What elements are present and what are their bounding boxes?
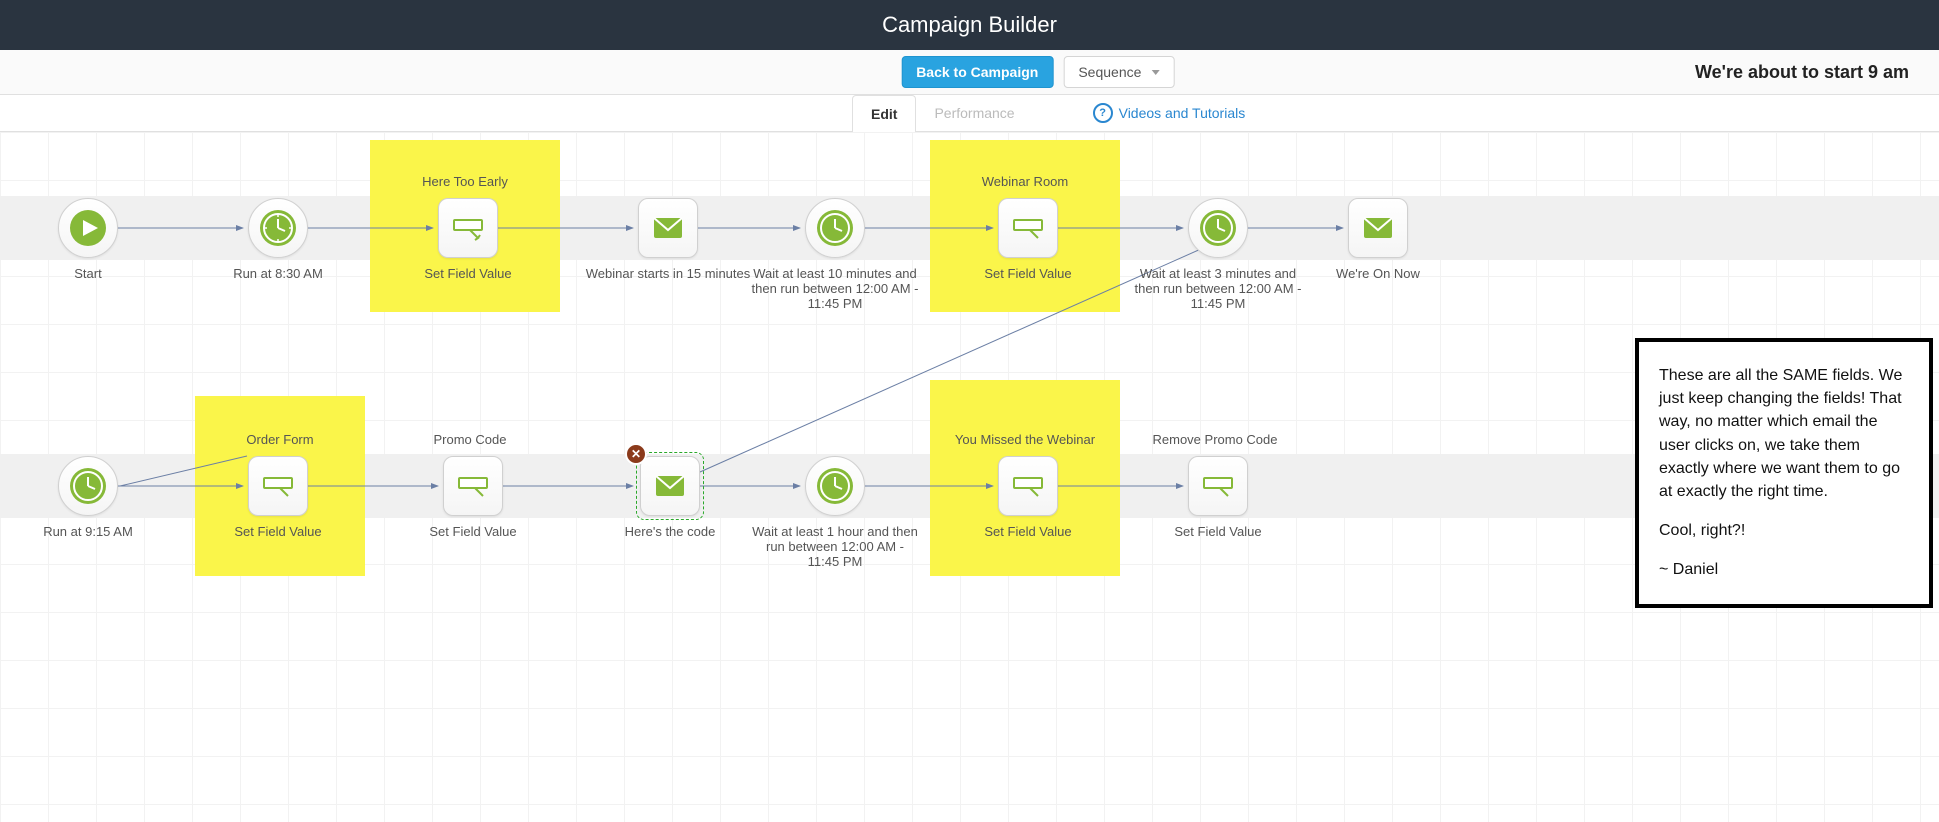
node-label: Start — [0, 266, 183, 281]
field-value-icon — [1008, 466, 1048, 506]
field-value-icon — [1008, 208, 1048, 248]
email-icon — [650, 466, 690, 506]
zone-title: Order Form — [185, 432, 375, 447]
help-link[interactable]: ? Videos and Tutorials — [1093, 103, 1246, 123]
node-label: Set Field Value — [373, 266, 563, 281]
email-node[interactable] — [640, 456, 700, 516]
toolbar: Back to Campaign Sequence We're about to… — [0, 50, 1939, 95]
email-icon — [648, 208, 688, 248]
clock-icon — [68, 466, 108, 506]
start-node[interactable] — [58, 198, 118, 258]
set-field-value-node[interactable] — [1188, 456, 1248, 516]
set-field-value-node[interactable] — [248, 456, 308, 516]
play-icon — [68, 208, 108, 248]
clock-icon — [1198, 208, 1238, 248]
node-label: Wait at least 10 minutes and then run be… — [750, 266, 920, 311]
node-label: Set Field Value — [1123, 524, 1313, 539]
zone-title: You Missed the Webinar — [930, 432, 1120, 447]
zone-title: Here Too Early — [370, 174, 560, 189]
sequence-dropdown[interactable]: Sequence — [1063, 56, 1174, 88]
node-label: Set Field Value — [378, 524, 568, 539]
chevron-down-icon — [1151, 70, 1159, 75]
email-node[interactable] — [638, 198, 698, 258]
node-label: We're On Now — [1283, 266, 1473, 281]
timer-node[interactable] — [248, 198, 308, 258]
annotation-note: These are all the SAME fields. We just k… — [1635, 338, 1933, 608]
field-value-icon — [1198, 466, 1238, 506]
node-label: Set Field Value — [933, 524, 1123, 539]
node-label: Wait at least 1 hour and then run betwee… — [750, 524, 920, 569]
header-title: Campaign Builder — [882, 12, 1057, 38]
tab-performance[interactable]: Performance — [916, 95, 1032, 131]
tab-edit[interactable]: Edit — [852, 95, 916, 133]
timer-node[interactable] — [805, 198, 865, 258]
set-field-value-node[interactable] — [998, 456, 1058, 516]
node-label: Run at 9:15 AM — [0, 524, 183, 539]
node-label: Set Field Value — [933, 266, 1123, 281]
clock-icon — [258, 208, 298, 248]
app-header: Campaign Builder — [0, 0, 1939, 50]
email-icon — [1358, 208, 1398, 248]
node-title: Remove Promo Code — [1120, 432, 1310, 447]
help-icon: ? — [1093, 103, 1113, 123]
set-field-value-node[interactable] — [443, 456, 503, 516]
node-title: Promo Code — [375, 432, 565, 447]
page-title: We're about to start 9 am — [1695, 62, 1909, 83]
node-label: Webinar starts in 15 minutes — [573, 266, 763, 281]
set-field-value-node[interactable] — [438, 198, 498, 258]
email-node[interactable] — [1348, 198, 1408, 258]
timer-node[interactable] — [58, 456, 118, 516]
clock-icon — [815, 208, 855, 248]
clock-icon — [815, 466, 855, 506]
field-value-icon — [453, 466, 493, 506]
node-label: Here's the code — [575, 524, 765, 539]
timer-node[interactable] — [1188, 198, 1248, 258]
back-to-campaign-button[interactable]: Back to Campaign — [901, 56, 1053, 88]
sequence-canvas[interactable]: Here Too Early Webinar Room Order Form Y… — [0, 132, 1939, 822]
node-label: Set Field Value — [183, 524, 373, 539]
delete-node-button[interactable]: ✕ — [625, 443, 647, 465]
node-label: Wait at least 3 minutes and then run bet… — [1133, 266, 1303, 311]
timer-node[interactable] — [805, 456, 865, 516]
node-label: Run at 8:30 AM — [183, 266, 373, 281]
field-value-icon — [258, 466, 298, 506]
tabs-bar: Edit Performance ? Videos and Tutorials — [0, 95, 1939, 132]
field-value-icon — [448, 208, 488, 248]
set-field-value-node[interactable] — [998, 198, 1058, 258]
zone-title: Webinar Room — [930, 174, 1120, 189]
